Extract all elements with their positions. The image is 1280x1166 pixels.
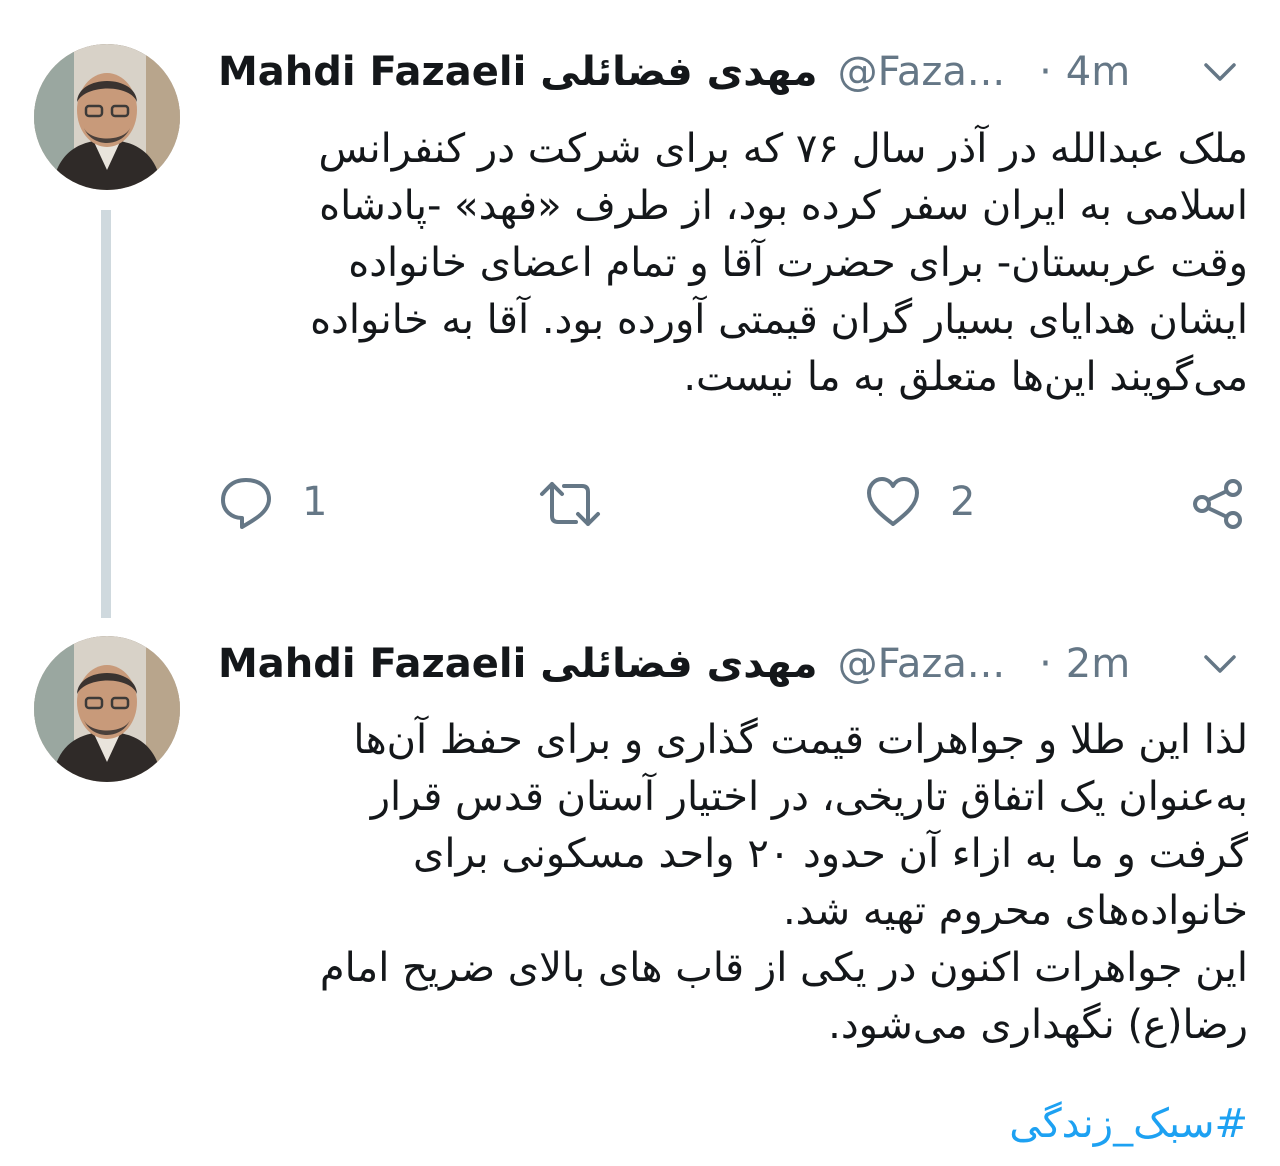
tweet-1[interactable]: Mahdi Fazaeli مهدی فضائلی @Faza... · 4m … <box>0 0 1280 620</box>
handle[interactable]: @Faza... <box>838 641 1006 687</box>
avatar[interactable] <box>34 44 180 190</box>
tweet-header: Mahdi Fazaeli مهدی فضائلی @Faza... · 2m <box>218 634 1130 694</box>
display-name[interactable]: Mahdi Fazaeli مهدی فضائلی <box>218 49 818 95</box>
thread-line <box>101 210 111 618</box>
reply-button[interactable]: 1 <box>218 472 327 532</box>
display-name[interactable]: Mahdi Fazaeli مهدی فضائلی <box>218 641 818 687</box>
separator: · <box>1039 49 1052 95</box>
timestamp[interactable]: 4m <box>1066 49 1130 95</box>
avatar-image <box>34 636 180 782</box>
like-button[interactable]: 2 <box>864 474 975 530</box>
share-button[interactable] <box>1190 476 1246 532</box>
avatar-image <box>34 44 180 190</box>
reply-icon <box>221 478 271 529</box>
timestamp[interactable]: 2m <box>1066 641 1130 687</box>
hashtag-link[interactable]: #سبک_زندگی <box>220 1096 1248 1153</box>
retweet-icon <box>540 482 600 526</box>
avatar[interactable] <box>34 636 180 782</box>
tweet-2[interactable]: Mahdi Fazaeli مهدی فضائلی @Faza... · 2m … <box>0 620 1280 1166</box>
tweet-text: ملک عبدالله در آذر سال ۷۶ که برای شرکت د… <box>310 126 1248 400</box>
chevron-down-icon[interactable] <box>1196 640 1244 688</box>
like-count: 2 <box>950 479 976 525</box>
tweet-header: Mahdi Fazaeli مهدی فضائلی @Faza... · 4m <box>218 42 1130 102</box>
tweet-text: لذا این طلا و جواهرات قیمت گذاری و برای … <box>319 717 1248 1048</box>
retweet-button[interactable] <box>538 478 602 530</box>
chevron-down-icon[interactable] <box>1196 48 1244 96</box>
reply-count: 1 <box>302 479 328 525</box>
separator: · <box>1039 641 1052 687</box>
handle[interactable]: @Faza... <box>838 49 1006 95</box>
like-icon <box>867 477 919 526</box>
share-icon <box>1193 479 1242 529</box>
